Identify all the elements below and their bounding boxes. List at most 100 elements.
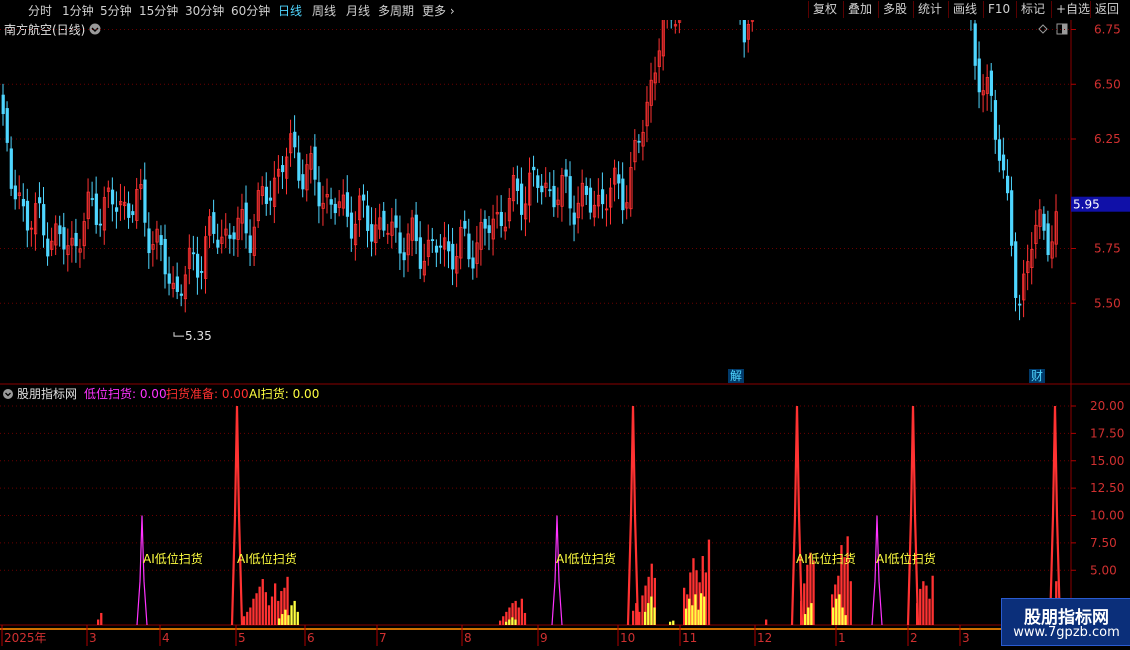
indicator-axis-label: 20.00	[1090, 399, 1124, 413]
candle-body	[584, 185, 589, 195]
period-tab[interactable]: 周线	[312, 2, 336, 19]
buy-prepare-bar	[523, 612, 527, 625]
period-toolbar: 分时 1分钟 5分钟 15分钟 30分钟 60分钟 日线 周线 月线 多周期 更多 › 复权 叠加 多股统…	[0, 0, 1130, 21]
candle-body	[572, 212, 576, 225]
toolbar-button[interactable]: 复权	[808, 1, 841, 18]
ai-buy-bar	[653, 607, 656, 625]
candle-body	[159, 235, 163, 246]
buy-prepare-bar	[812, 560, 815, 625]
candle-body	[191, 252, 196, 255]
candle-body	[131, 211, 135, 216]
ai-buy-bar	[694, 594, 697, 625]
buy-prepare-bar	[919, 588, 922, 625]
date-label: 10	[620, 631, 635, 645]
period-tab[interactable]: 30分钟	[185, 2, 224, 19]
toolbar-button[interactable]: 叠加	[843, 1, 876, 18]
candle-body	[98, 223, 102, 226]
buy-prepare-bar	[641, 595, 644, 625]
ai-buy-bar	[296, 611, 299, 625]
ai-buy-bar	[807, 607, 810, 625]
indicator-axis-label: 12.50	[1090, 481, 1124, 495]
candle-body	[1, 94, 5, 115]
candle-body	[548, 189, 552, 192]
ai-low-buy-signal: AI低位扫货	[237, 551, 297, 566]
candle-body	[414, 214, 418, 242]
period-tab[interactable]: 月线	[346, 2, 370, 19]
candle-body	[301, 174, 305, 190]
period-tab[interactable]: 5分钟	[100, 2, 132, 19]
candle-body	[1010, 190, 1014, 246]
candle-body	[1001, 154, 1006, 171]
chart-canvas: 南方航空(日线) 8.508.258.007.757.507.257.006.7…	[0, 20, 1130, 650]
toolbar-button[interactable]: 统计	[913, 1, 946, 18]
candle-body	[366, 205, 370, 231]
event-marker-finance[interactable]: 财	[1031, 369, 1043, 383]
toolbar-button[interactable]: F10	[983, 1, 1014, 18]
candle-body	[163, 238, 167, 275]
toolbar-button[interactable]: +自选	[1051, 1, 1094, 18]
candle-body	[212, 212, 216, 234]
date-label: 2	[910, 631, 918, 645]
candle-body	[200, 271, 204, 273]
candle-body	[451, 243, 455, 270]
event-marker-unlock[interactable]: 解	[730, 369, 742, 383]
ai-buy-bar	[832, 607, 835, 625]
candle-body	[564, 169, 568, 177]
toolbar-button[interactable]: 多股	[878, 1, 911, 18]
ai-buy-bar	[644, 611, 647, 625]
period-tab[interactable]: 15分钟	[139, 2, 178, 19]
candle-body	[281, 165, 285, 173]
candle-body	[471, 257, 475, 269]
buy-prepare-bar	[270, 596, 274, 625]
candle-body	[989, 70, 994, 96]
candle-body	[5, 108, 9, 143]
buy-prepare-bar	[249, 607, 252, 625]
candle-body	[228, 234, 232, 239]
candle-body	[617, 174, 621, 184]
candle-body	[94, 193, 98, 225]
buy-prepare-bar	[255, 593, 258, 625]
buy-prepare-bar	[502, 616, 505, 625]
candle-body	[317, 182, 321, 207]
toolbar-button[interactable]: 画线	[948, 1, 981, 18]
indicator-collapse-icon[interactable]	[3, 389, 13, 399]
period-tab[interactable]: 60分钟	[231, 2, 270, 19]
candle-body	[588, 187, 593, 213]
candle-body	[115, 207, 119, 212]
ai-buy-bar	[697, 609, 700, 625]
candle-body	[13, 185, 17, 200]
ai-low-buy-signal: AI低位扫货	[796, 551, 856, 566]
candle-body	[601, 189, 605, 205]
toolbar-button[interactable]: 返回	[1090, 1, 1123, 18]
buy-prepare-bar	[274, 583, 277, 625]
candle-body	[248, 235, 252, 253]
buy-prepare-bar	[264, 592, 267, 625]
period-tab[interactable]: 分时	[28, 2, 52, 19]
ai-buy-bar	[293, 600, 296, 625]
watermark-logo: 股朋指标网 www.7gpzb.com	[1001, 598, 1130, 646]
ai-buy-bar	[290, 605, 293, 625]
ai-buy-bar	[287, 615, 290, 625]
title-dropdown-icon[interactable]	[89, 23, 101, 35]
candle-body	[345, 192, 350, 217]
candle-body	[110, 189, 115, 205]
candle-body	[430, 239, 435, 242]
buy-prepare-bar	[520, 598, 523, 625]
date-label: 1	[838, 631, 846, 645]
candle-body	[382, 210, 386, 231]
date-label: 6	[307, 631, 315, 645]
period-tab[interactable]: 多周期	[378, 2, 414, 19]
candle-body	[21, 198, 26, 207]
period-tab[interactable]: 更多 ›	[422, 2, 455, 19]
price-axis-label: 6.50	[1094, 77, 1121, 91]
ai-low-buy-signal: AI低位扫货	[143, 551, 203, 566]
buy-prepare-bar	[252, 598, 255, 625]
period-tab[interactable]: 日线	[278, 2, 302, 19]
candle-body	[540, 185, 544, 193]
toolbar-button[interactable]: 标记	[1016, 1, 1049, 18]
date-label: 12	[757, 631, 772, 645]
period-tab[interactable]: 1分钟	[62, 2, 94, 19]
buy-prepare-bar	[931, 575, 934, 625]
candle-body	[147, 228, 151, 254]
candle-body	[293, 131, 297, 148]
